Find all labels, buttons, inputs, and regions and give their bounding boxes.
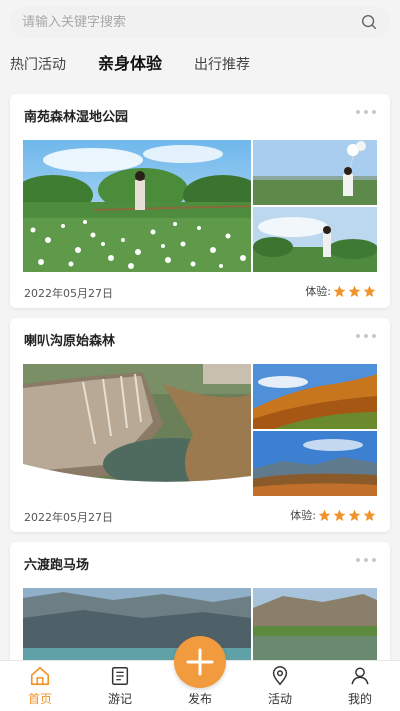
mountain-vista-image xyxy=(253,431,377,496)
plus-icon xyxy=(186,648,214,676)
search-box[interactable] xyxy=(10,6,390,38)
more-options-icon[interactable] xyxy=(356,110,376,114)
nav-home-label: 首页 xyxy=(27,692,52,706)
home-icon xyxy=(30,666,50,686)
search-bar[interactable] xyxy=(10,6,390,38)
experience-rating: 体验: xyxy=(305,283,376,299)
experience-rating: 体验: xyxy=(290,507,376,523)
experience-card[interactable]: 喇叭沟原始森林 2022年05月27日 体验: xyxy=(10,318,390,532)
card-side-photo[interactable] xyxy=(253,140,377,205)
nav-notes-label: 游记 xyxy=(107,692,132,706)
tab-personal-experience[interactable]: 亲身体验 xyxy=(98,50,162,74)
tab-hot-activities[interactable]: 热门活动 xyxy=(10,54,66,74)
publish-button[interactable] xyxy=(174,636,226,688)
rating-label: 体验: xyxy=(305,285,331,298)
card-main-photo[interactable] xyxy=(23,140,251,272)
nav-mine[interactable]: 我的 xyxy=(330,665,390,707)
card-date: 2022年05月27日 xyxy=(24,287,113,300)
card-title: 喇叭沟原始森林 xyxy=(24,334,116,349)
user-icon xyxy=(351,667,369,685)
star-icon xyxy=(333,285,346,297)
star-icon xyxy=(363,509,376,521)
experience-card[interactable]: 南苑森林湿地公园 2022年05月27日 体验: xyxy=(10,94,390,308)
dam-reservoir-image xyxy=(23,364,251,496)
card-side-photo[interactable] xyxy=(253,431,377,496)
autumn-forest-image xyxy=(253,364,377,429)
more-options-icon[interactable] xyxy=(356,334,376,338)
star-icon xyxy=(363,285,376,297)
card-title: 南苑森林湿地公园 xyxy=(24,110,129,125)
search-input[interactable] xyxy=(22,14,360,30)
search-icon[interactable] xyxy=(360,13,378,31)
nav-activity[interactable]: 活动 xyxy=(250,665,310,707)
nav-mine-label: 我的 xyxy=(347,692,372,706)
card-side-photo[interactable] xyxy=(253,364,377,429)
card-date: 2022年05月27日 xyxy=(24,511,113,524)
star-icon xyxy=(348,509,361,521)
card-main-photo[interactable] xyxy=(23,364,251,496)
notebook-icon xyxy=(111,667,129,685)
field-view-image xyxy=(253,207,377,272)
star-icon xyxy=(318,509,331,521)
nav-notes[interactable]: 游记 xyxy=(90,665,150,707)
category-tabs: 热门活动 亲身体验 出行推荐 xyxy=(10,50,250,74)
tab-travel-recommendations[interactable]: 出行推荐 xyxy=(194,54,250,74)
daisy-field-image xyxy=(23,140,251,272)
publish-label: 发布 xyxy=(187,692,212,706)
location-pin-icon xyxy=(272,666,288,686)
card-side-photo[interactable] xyxy=(253,207,377,272)
card-title: 六渡跑马场 xyxy=(24,558,90,573)
balloon-girl-image xyxy=(253,140,377,205)
rating-label: 体验: xyxy=(290,509,316,522)
star-icon xyxy=(333,509,346,521)
nav-home[interactable]: 首页 xyxy=(10,665,70,707)
star-icon xyxy=(348,285,361,297)
nav-activity-label: 活动 xyxy=(267,692,292,706)
more-options-icon[interactable] xyxy=(356,558,376,562)
